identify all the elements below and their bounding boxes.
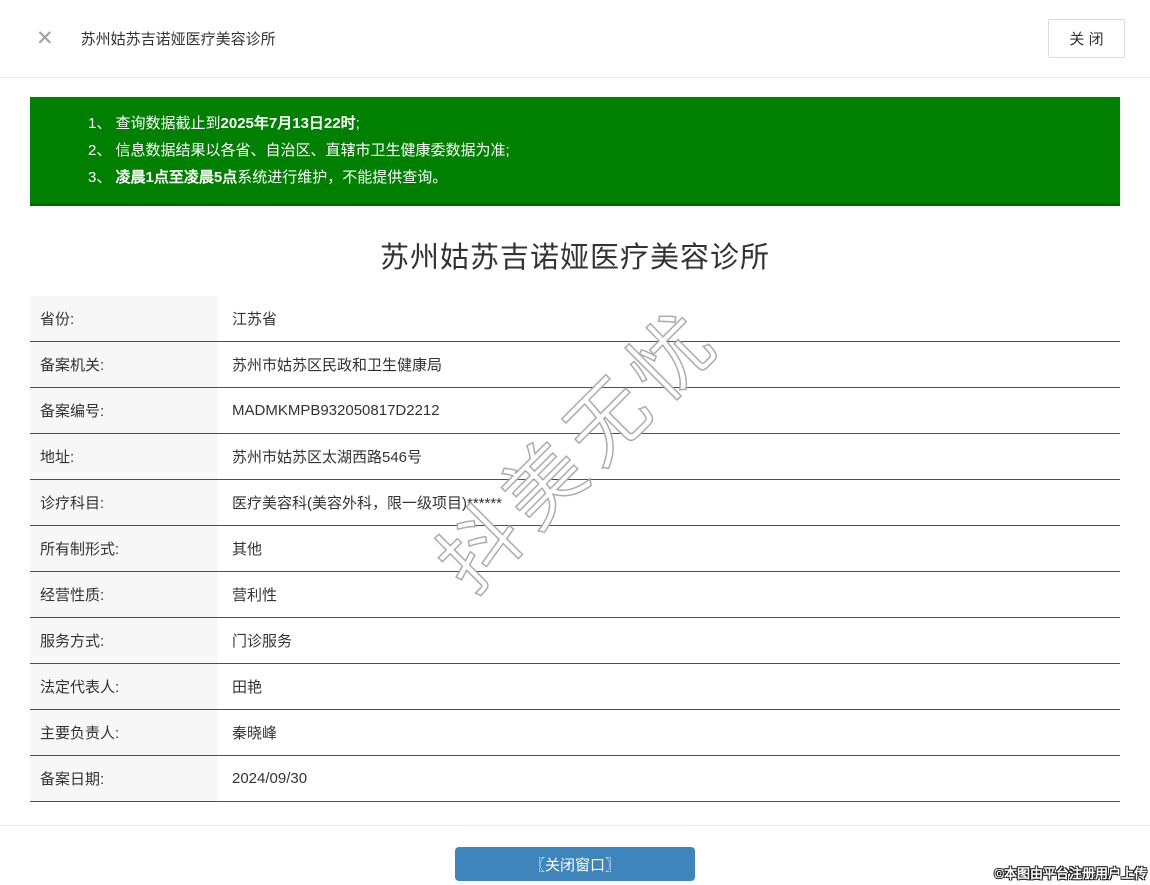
close-button[interactable]: 关 闭 — [1048, 19, 1125, 58]
row-label: 备案机关: — [30, 342, 218, 387]
row-label: 经营性质: — [30, 572, 218, 617]
row-value: 田艳 — [232, 679, 263, 696]
table-row: 备案日期: 2024/09/30 — [30, 756, 1120, 802]
row-value: 江苏省 — [232, 311, 278, 328]
table-row: 法定代表人: 田艳 — [30, 664, 1120, 710]
table-row: 诊疗科目: 医疗美容科(美容外科，限一级项目)****** — [30, 480, 1120, 526]
table-row: 服务方式: 门诊服务 — [30, 618, 1120, 664]
row-label: 所有制形式: — [30, 526, 218, 571]
row-value: 营利性 — [232, 587, 278, 604]
row-label: 备案日期: — [30, 756, 218, 801]
row-value: 医疗美容科(美容外科，限一级项目)****** — [232, 495, 503, 512]
table-row: 经营性质: 营利性 — [30, 572, 1120, 618]
row-value: 苏州市姑苏区民政和卫生健康局 — [232, 357, 443, 374]
notice-box: 1、 查询数据截止到2025年7月13日22时; 2、 信息数据结果以各省、自治区… — [30, 97, 1120, 206]
notice-item: 3、 凌晨1点至凌晨5点系统进行维护，不能提供查询。 — [88, 169, 448, 186]
row-value: 苏州市姑苏区太湖西路546号 — [232, 449, 423, 466]
row-value: 2024/09/30 — [232, 770, 308, 787]
row-label: 省份: — [30, 296, 218, 341]
row-value: 门诊服务 — [232, 633, 293, 650]
table-row: 备案机关: 苏州市姑苏区民政和卫生健康局 — [30, 342, 1120, 388]
table-row: 主要负责人: 秦晓峰 — [30, 710, 1120, 756]
row-label: 地址: — [30, 434, 218, 479]
window-title: 苏州姑苏吉诺娅医疗美容诊所 — [80, 31, 276, 48]
notice-item: 2、 信息数据结果以各省、自治区、直辖市卫生健康委数据为准; — [88, 142, 510, 159]
detail-table: 省份: 江苏省 备案机关: 苏州市姑苏区民政和卫生健康局 备案编号: MADMKMPB93… — [30, 296, 1120, 802]
row-value: 秦晓峰 — [232, 725, 278, 742]
row-label: 主要负责人: — [30, 710, 218, 755]
row-label: 诊疗科目: — [30, 480, 218, 525]
table-row: 地址: 苏州市姑苏区太湖西路546号 — [30, 434, 1120, 480]
top-bar: ✕ 苏州姑苏吉诺娅医疗美容诊所 关 闭 — [0, 0, 1150, 78]
notice-item: 1、 查询数据截止到2025年7月13日22时; — [88, 115, 360, 132]
close-window-button[interactable]: 〖关闭窗口〗 — [455, 847, 695, 881]
row-label: 服务方式: — [30, 618, 218, 663]
table-row: 所有制形式: 其他 — [30, 526, 1120, 572]
footer: 〖关闭窗口〗 — [0, 826, 1150, 881]
row-label: 法定代表人: — [30, 664, 218, 709]
row-label: 备案编号: — [30, 388, 218, 433]
row-value: 其他 — [232, 541, 263, 558]
table-row: 备案编号: MADMKMPB932050817D2212 — [30, 388, 1120, 434]
table-row: 省份: 江苏省 — [30, 296, 1120, 342]
close-x-icon[interactable]: ✕ — [36, 28, 54, 49]
clinic-title: 苏州姑苏吉诺娅医疗美容诊所 — [379, 242, 770, 274]
row-value: MADMKMPB932050817D2212 — [232, 402, 440, 419]
